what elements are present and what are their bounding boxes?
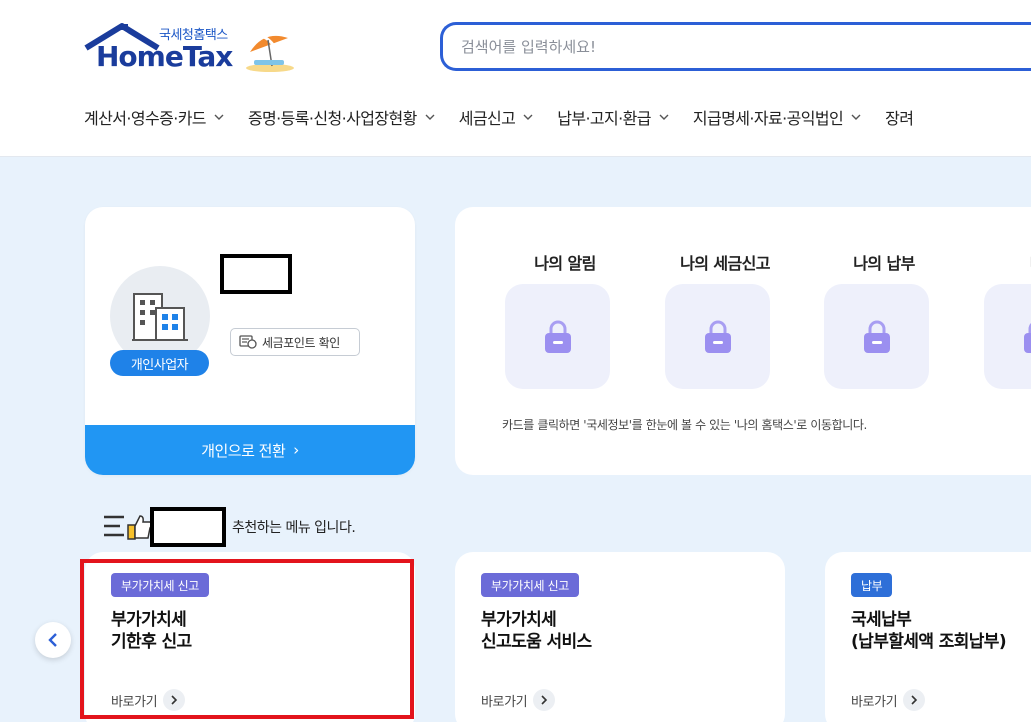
service-title-line: 부가가치세 <box>111 610 187 630</box>
service-go-link[interactable]: 바로가기 <box>851 689 926 711</box>
hometax-logo[interactable]: 국세청홈택스 HomeTax <box>84 22 299 74</box>
switch-label: 개인으로 전환 <box>201 441 286 460</box>
recommend-text: 추천하는 메뉴 입니다. <box>232 520 356 536</box>
service-title: 부가가치세 신고도움 서비스 <box>481 609 592 653</box>
chevron-right-icon <box>533 689 556 711</box>
gnb-item-certificate[interactable]: 증명·등록·신청·사업장현황 <box>248 104 435 130</box>
search-input[interactable] <box>461 35 1021 59</box>
tax-point-label: 세금포인트 확인 <box>262 335 340 350</box>
my-item-box <box>824 284 929 389</box>
service-go-label: 바로가기 <box>851 694 898 710</box>
service-go-label: 바로가기 <box>481 694 528 710</box>
gnb-item-statement[interactable]: 지급명세·자료·공익법인 <box>693 104 861 130</box>
lock-icon <box>544 320 571 353</box>
lock-icon <box>704 320 731 353</box>
service-title: 국세납부 (납부할세액 조회납부) <box>851 609 1007 653</box>
chevron-down-icon <box>425 114 435 120</box>
my-hometax-note: 카드를 클릭하면 '국세정보'를 한눈에 볼 수 있는 '나의 홈택스'로 이동… <box>502 418 867 432</box>
tax-point-button[interactable]: 세금포인트 확인 <box>230 328 360 356</box>
service-category-badge: 부가가치세 신고 <box>481 573 579 597</box>
my-item-label: 나의 <box>964 250 1031 274</box>
gnb-item-payment[interactable]: 납부·고지·환급 <box>557 104 669 130</box>
service-title-line: 부가가치세 <box>481 610 557 630</box>
chevron-right-icon: › <box>293 441 299 459</box>
service-title-line: 기한후 신고 <box>111 632 192 652</box>
gnb-item-tax-return[interactable]: 세금신고 <box>459 104 533 130</box>
search-bar[interactable] <box>440 22 1031 71</box>
my-item-label: 나의 알림 <box>534 254 596 273</box>
lock-icon <box>863 320 890 353</box>
gnb-item-label: 납부·고지·환급 <box>557 109 651 128</box>
chevron-down-icon <box>523 114 533 120</box>
recommend-heading: 추천하는 메뉴 입니다. <box>104 507 356 547</box>
my-item-box <box>665 284 770 389</box>
coin-receipt-icon <box>239 335 257 349</box>
gnb-item-label: 증명·등록·신청·사업장현황 <box>247 109 417 128</box>
my-hometax-card: 나의 알림 나의 세금신고 나의 납부 나의 카드를 클릭하면 '국세정보'를 … <box>455 207 1031 475</box>
my-item-label: 나의 납부 <box>853 254 915 273</box>
service-go-label: 바로가기 <box>111 694 158 710</box>
my-item-box <box>984 284 1031 389</box>
service-card-vat-late-return[interactable]: 부가가치세 신고 부가가치세 기한후 신고 바로가기 <box>85 552 415 722</box>
chevron-right-icon <box>163 689 186 711</box>
service-category-badge: 납부 <box>851 573 893 597</box>
service-card-tax-payment[interactable]: 납부 국세납부 (납부할세액 조회납부) 바로가기 <box>825 552 1031 722</box>
redacted-user-name <box>150 507 226 547</box>
chevron-down-icon <box>214 114 224 120</box>
gnb-item-label: 계산서·영수증·카드 <box>84 109 207 128</box>
redacted-user-name <box>220 254 292 294</box>
profile-card: 개인사업자 세금포인트 확인 개인으로 전환 › <box>85 207 415 475</box>
service-category-badge: 부가가치세 신고 <box>111 573 209 597</box>
my-item-box <box>505 284 610 389</box>
my-item-label: 나의 세금신고 <box>680 254 770 273</box>
thumbs-up-list-icon <box>104 515 153 540</box>
gnb-item-incentive[interactable]: 장려 <box>885 104 914 130</box>
service-title: 부가가치세 기한후 신고 <box>111 609 192 653</box>
chevron-right-icon <box>903 689 926 711</box>
gnb-item-label: 지급명세·자료·공익법인 <box>692 109 844 128</box>
switch-to-personal-button[interactable]: 개인으로 전환 › <box>85 425 415 475</box>
gnb-item-invoice[interactable]: 계산서·영수증·카드 <box>84 104 224 130</box>
service-go-link[interactable]: 바로가기 <box>111 689 186 711</box>
beach-umbrella-icon <box>246 35 294 72</box>
service-card-vat-help[interactable]: 부가가치세 신고 부가가치세 신고도움 서비스 바로가기 <box>455 552 785 722</box>
service-title-line: 신고도움 서비스 <box>481 632 592 652</box>
global-nav: 계산서·영수증·카드 증명·등록·신청·사업장현황 세금신고 납부·고지·환급 … <box>84 104 937 130</box>
service-go-link[interactable]: 바로가기 <box>481 689 556 711</box>
gnb-item-label: 세금신고 <box>458 109 516 128</box>
chevron-down-icon <box>659 114 669 120</box>
logo-main-label: HomeTax <box>96 40 233 73</box>
carousel-prev-button[interactable] <box>35 622 71 658</box>
service-title-line: (납부할세액 조회납부) <box>851 632 1007 652</box>
chevron-down-icon <box>851 114 861 120</box>
chevron-left-icon <box>48 633 57 647</box>
user-type-badge: 개인사업자 <box>110 350 209 376</box>
building-icon <box>132 293 188 341</box>
gnb-item-label: 장려 <box>885 109 914 128</box>
header: 국세청홈택스 HomeTax 계산서·영수증·카드 증명·등록·신청·사업장현황… <box>0 0 1031 157</box>
lock-icon <box>1023 322 1031 353</box>
service-title-line: 국세납부 <box>851 610 912 630</box>
